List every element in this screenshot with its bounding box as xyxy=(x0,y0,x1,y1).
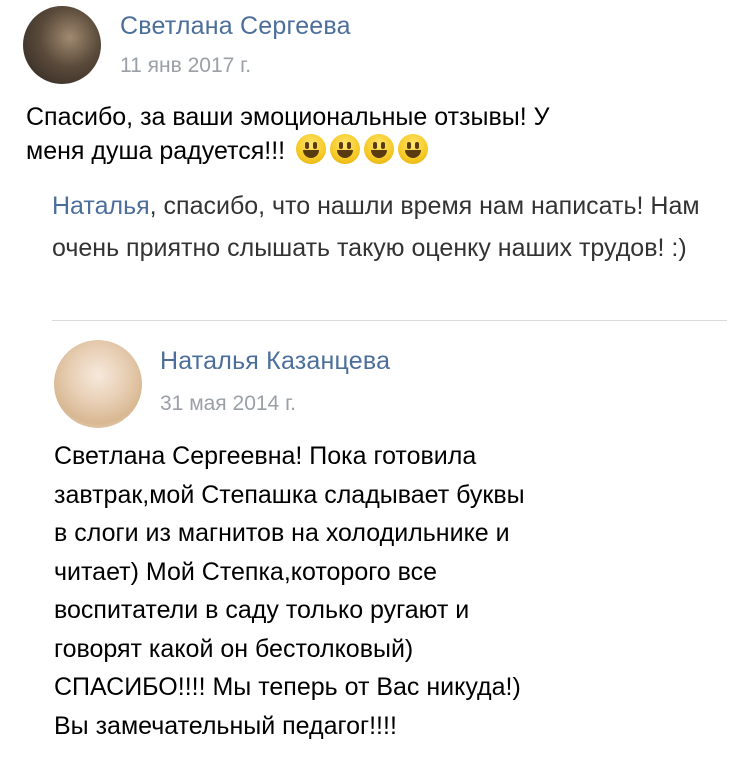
author-name[interactable]: Светлана Сергеева xyxy=(120,12,351,41)
comment-line-2-text: меня душа радуется!!! xyxy=(26,137,286,165)
reply-body: , спасибо, что нашли время нам написать!… xyxy=(52,192,700,262)
grinning-face-icon xyxy=(296,134,327,164)
comment-line-1: Спасибо, за ваши эмоциональные отзывы! У xyxy=(26,103,550,131)
review-line: говорят какой он бестолковый) xyxy=(54,634,414,663)
post-date[interactable]: 11 янв 2017 г. xyxy=(120,54,251,78)
grinning-face-icon xyxy=(398,134,429,164)
review-line: Вы замечательный педагог!!!! xyxy=(54,711,397,740)
review-text: Светлана Сергеевна! Пока готовила завтра… xyxy=(54,437,734,745)
review-line: завтрак,мой Степашка сладывает буквы xyxy=(54,480,525,509)
review-line: СПАСИБО!!!! Мы теперь от Вас никуда!) xyxy=(54,673,521,701)
post-date[interactable]: 31 мая 2014 г. xyxy=(160,392,296,416)
avatar[interactable] xyxy=(54,340,142,428)
review-line: в слоги из магнитов на холодильнике и xyxy=(54,519,510,547)
review-line: Светлана Сергеевна! Пока готовила xyxy=(54,442,477,470)
reply-text: Наталья, спасибо, что нашли время нам на… xyxy=(52,185,732,269)
mention-link[interactable]: Наталья xyxy=(52,192,150,220)
comment-text: Спасибо, за ваши эмоциональные отзывы! У… xyxy=(26,100,726,168)
review-line: воспитатели в саду только ругают и xyxy=(54,596,470,624)
divider xyxy=(52,320,727,321)
review-line: читает) Мой Степка,которого все xyxy=(54,557,438,586)
avatar[interactable] xyxy=(23,6,101,84)
grinning-face-icon xyxy=(330,134,361,164)
grinning-face-icon xyxy=(364,134,395,164)
author-name[interactable]: Наталья Казанцева xyxy=(160,347,390,376)
comment-line-2: меня душа радуется!!! xyxy=(26,134,726,168)
